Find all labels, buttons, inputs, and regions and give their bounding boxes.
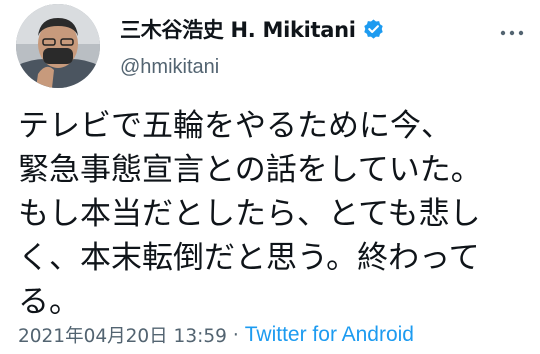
more-options-icon[interactable] [496,18,528,48]
tweet-text-line: テレビで五輪をやるために今、 [18,108,452,144]
tweet-text-line: 緊急事態宣言との話をしていた。 [18,152,482,188]
user-handle[interactable]: @hmikitani [120,56,219,79]
tweet-meta: 2021年04月20日 13:59 · Twitter for Android [18,322,414,348]
tweet-text-line: く、本末転倒だと思う。終わって [18,240,480,276]
name-row: 三木谷浩史 H. Mikitani [120,14,385,44]
tweet-source-link[interactable]: Twitter for Android [245,323,414,347]
verified-badge-icon [362,18,385,41]
avatar[interactable] [16,4,100,88]
tweet-text: テレビで五輪をやるために今、 緊急事態宣言との話をしていた。 もし本当だとしたら… [18,104,528,324]
tweet-text-line: る。 [18,284,80,320]
meta-separator: · [232,324,239,346]
tweet-text-line: もし本当だとしたら、とても悲し [18,196,481,232]
tweet: 三木谷浩史 H. Mikitani @hmikitani テレビで五輪をやるため… [0,0,540,354]
tweet-timestamp[interactable]: 2021年04月20日 13:59 [18,322,227,348]
display-name[interactable]: 三木谷浩史 H. Mikitani [120,14,356,44]
